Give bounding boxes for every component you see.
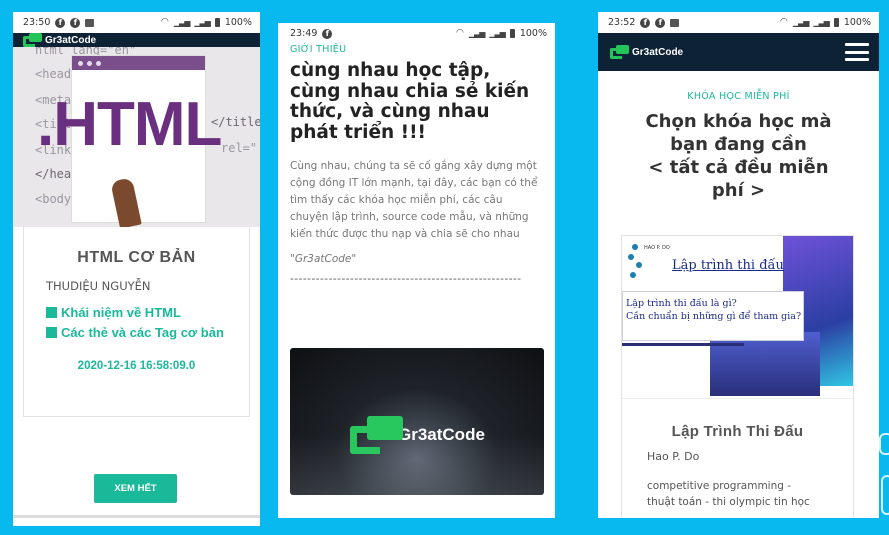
code-line: rel="	[221, 141, 258, 155]
course-date: 2020-12-16 16:58:09.0	[77, 360, 196, 373]
lesson-link[interactable]: Các thẻ và các Tag cơ bản	[46, 325, 227, 341]
signal-icon: ▁▃▅	[792, 17, 810, 27]
phone-screen-html-course: 23:50 f f ◠ ▁▃▅ ▁▃▅ 100% Gr3atCode html …	[13, 12, 260, 526]
signal-icon: ▁▃▅	[194, 17, 211, 27]
about-section: GIỚI THIỆU cùng nhau học tập, cùng nhau …	[278, 44, 555, 285]
battery-level: 100%	[519, 28, 547, 39]
course-card: HTML CƠ BẢN THUDIỆU NGUYỄN Khái niệm về …	[23, 227, 250, 417]
dashed-divider: ----------------------------------------…	[290, 272, 522, 285]
lesson-link[interactable]: Khái niệm về HTML	[46, 305, 227, 321]
section-title: Chọn khóa học mà bạn đang cần < tất cả đ…	[598, 110, 879, 202]
square-bullet-icon	[46, 326, 57, 338]
thumbnail-title: Lập trình thi đấu	[672, 258, 784, 273]
course-card[interactable]: HAO P. DO Lập trình thi đấu Lập trình th…	[621, 235, 854, 518]
battery-level: 100%	[843, 17, 871, 28]
course-description-line: thuật toán - thi olympic tin học	[647, 495, 810, 508]
signal-icon: ▁▃▅	[813, 17, 830, 27]
status-time: 23:52	[608, 17, 636, 28]
signal-icon: ▁▃▅	[173, 17, 191, 27]
thumbnail-brand: HAO P. DO	[644, 245, 670, 251]
banner-logo: Gr3atCode	[350, 416, 485, 454]
see-all-button[interactable]: XEM HẾT	[94, 474, 177, 503]
lesson-link-label: Khái niệm về HTML	[61, 305, 181, 320]
facebook-icon: f	[640, 17, 651, 28]
status-time: 23:49	[290, 28, 318, 39]
logo-mark-icon	[350, 416, 406, 454]
brand-bar: Gr3atCode	[13, 33, 260, 47]
thumbnail-questions: Lập trình thi đấu là gì? Cần chuẩn bị nh…	[626, 298, 801, 324]
course-author: THUDIỆU NGUYỄN	[46, 279, 151, 293]
about-title: cùng nhau học tập, cùng nhau chia sẻ kiế…	[290, 60, 530, 144]
logo-text: Gr3atCode	[632, 46, 684, 58]
course-description: competitive programming - thuật toán - t…	[622, 479, 853, 511]
signal-icon: ▁▃▅	[468, 28, 486, 38]
battery-icon	[214, 18, 220, 27]
course-author: Hao P. Do	[647, 450, 700, 463]
square-bullet-icon	[46, 307, 57, 318]
status-bar: 23:50 f f ◠ ▁▃▅ ▁▃▅ 100%	[13, 12, 260, 33]
phone-screen-free-courses: 23:52 f f ◠ ▁▃▅ ▁▃▅ 100% Gr3atCode KHÓA …	[598, 12, 879, 518]
wifi-icon: ◠	[456, 28, 464, 38]
course-thumbnail[interactable]: HAO P. DO Lập trình thi đấu Lập trình th…	[622, 236, 853, 399]
facebook-icon: f	[70, 17, 81, 28]
facebook-icon: f	[322, 28, 333, 39]
course-title[interactable]: Lập Trình Thi Đấu	[622, 423, 853, 440]
site-logo[interactable]: Gr3atCode	[23, 33, 96, 47]
phone-screen-about: 23:49 f ◠ ▁▃▅ ▁▃▅ 100% GIỚI THIỆU cùng n…	[278, 23, 555, 518]
lesson-link-label: Các thẻ và các Tag cơ bản	[61, 324, 224, 340]
thumbnail-question: Lập trình thi đấu là gì?	[626, 298, 737, 309]
image-icon	[670, 18, 680, 27]
facebook-icon: f	[55, 17, 66, 28]
about-paragraph: Cùng nhau, chúng ta sẽ cố gắng xây dựng …	[290, 159, 538, 240]
wifi-icon: ◠	[780, 17, 788, 27]
code-line: <body	[35, 192, 72, 206]
signal-icon: ▁▃▅	[489, 28, 506, 38]
logo-text: Gr3atCode	[45, 34, 97, 46]
section-title-line: phí >	[711, 180, 766, 202]
course-title[interactable]: HTML CƠ BẢN	[46, 249, 227, 267]
section-label: GIỚI THIỆU	[290, 44, 347, 55]
hero-html-text: .HTML	[37, 90, 222, 159]
status-time: 23:50	[23, 17, 51, 28]
section-title-line: < tất cả đều miễn	[648, 157, 829, 179]
battery-icon	[833, 18, 839, 27]
section-title-line: bạn đang cần	[670, 134, 807, 156]
battery-icon	[509, 29, 515, 38]
section-label: KHÓA HỌC MIỄN PHÍ	[687, 91, 790, 102]
site-logo[interactable]: Gr3atCode	[610, 45, 683, 59]
decorative-shape	[877, 395, 889, 535]
image-icon	[85, 18, 95, 27]
course-hero-image[interactable]: html lang="en" <head> <meta <title <link…	[13, 47, 260, 227]
battery-level: 100%	[224, 17, 252, 28]
status-bar: 23:52 f f ◠ ▁▃▅ ▁▃▅ 100%	[598, 12, 879, 33]
divider	[13, 515, 260, 518]
section-title-line: Chọn khóa học mà	[645, 111, 832, 132]
banner-logo-text: Gr3atCode	[398, 425, 485, 444]
course-description-line: competitive programming -	[647, 480, 792, 492]
brand-banner-image: Gr3atCode	[290, 348, 544, 495]
facebook-icon: f	[655, 17, 666, 28]
menu-icon[interactable]	[845, 43, 869, 61]
wifi-icon: ◠	[161, 17, 169, 27]
logo-mark-icon	[610, 45, 630, 59]
thumbnail-question: Cần chuẩn bị những gì để tham gia?	[626, 310, 802, 322]
logo-mark-icon	[23, 33, 43, 47]
brand-bar: Gr3atCode	[598, 33, 879, 71]
status-bar: 23:49 f ◠ ▁▃▅ ▁▃▅ 100%	[278, 23, 555, 44]
about-quote: "Gr3atCode"	[290, 252, 357, 265]
